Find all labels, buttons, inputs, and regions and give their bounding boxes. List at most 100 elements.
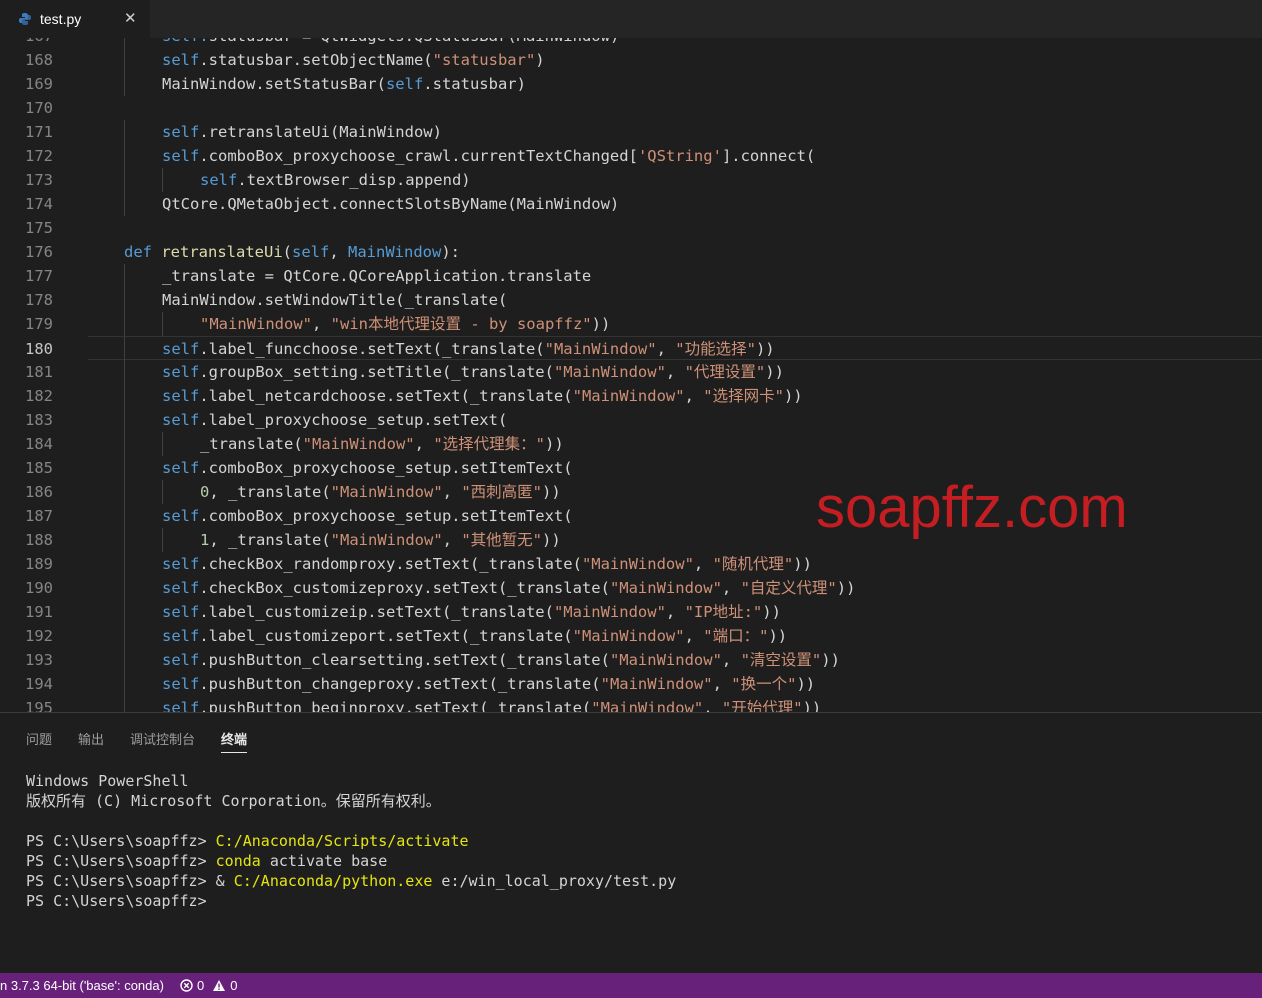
panel-tab[interactable]: 输出 [78,729,104,753]
code-token: "选择代理集：" [433,435,545,453]
code-token: ): [441,243,461,261]
code-token: self [162,651,200,669]
code-line[interactable]: 169 MainWindow.setStatusBar(self.statusba… [0,72,1262,96]
line-number: 191 [25,603,53,621]
code-line[interactable]: 179 "MainWindow", "win本地代理设置 - by soapffz… [0,312,1262,336]
code-line[interactable]: 172 self.comboBox_proxychoose_crawl.curre… [0,144,1262,168]
code-line[interactable]: 190 self.checkBox_customizeproxy.setText(… [0,576,1262,600]
code-token: self [162,555,200,573]
code-text: self.groupBox_setting.setTitle(_translat… [162,360,784,384]
close-icon[interactable]: ✕ [124,9,137,27]
line-number: 184 [25,435,53,453]
code-line[interactable]: 174 QtCore.QMetaObject.connectSlotsByName… [0,192,1262,216]
code-token: .groupBox_setting.setTitle(_translate( [199,363,554,381]
code-token: "代理设置" [684,363,766,381]
code-line[interactable]: 191 self.label_customizeip.setText(_trans… [0,600,1262,624]
code-text: "MainWindow", "win本地代理设置 - by soapffz")) [200,312,610,336]
python-interpreter[interactable]: n 3.7.3 64-bit ('base': conda) [0,978,164,993]
code-token: "其他暂无" [461,531,542,549]
code-line[interactable]: 173 self.textBrowser_disp.append) [0,168,1262,192]
line-number: 168 [25,51,53,69]
line-number: 181 [25,363,53,381]
panel-tab[interactable]: 问题 [26,729,52,753]
line-number: 188 [25,531,53,549]
code-token: , [329,243,349,261]
panel-tab[interactable]: 调试控制台 [130,729,195,753]
code-line[interactable]: 182 self.label_netcardchoose.setText(_tra… [0,384,1262,408]
indent-guide [162,528,163,552]
terminal-segment: conda [215,852,261,870]
code-line[interactable]: 189 self.checkBox_randomproxy.setText(_tr… [0,552,1262,576]
code-token: )) [542,531,561,549]
terminal-line: PS C:\Users\soapffz> [26,891,676,911]
code-text: self.checkBox_randomproxy.setText(_trans… [162,552,812,576]
code-line[interactable]: 178 MainWindow.setWindowTitle(_translate( [0,288,1262,312]
code-line[interactable]: 180 self.label_funcchoose.setText(_transl… [25,336,1262,361]
code-token: QtCore.QMetaObject.connectSlotsByName(Ma… [162,195,620,213]
indent-guide [124,38,125,48]
indent-guide [124,648,125,672]
code-token: self [162,123,200,141]
code-token: self [162,459,200,477]
python-icon [18,12,32,26]
code-token: "随机代理" [712,555,794,573]
line-number: 178 [25,291,53,309]
terminal-segment: C:/Anaconda/Scripts/activate [215,832,469,850]
code-token: .label_netcardchoose.setText(_translate( [199,387,573,405]
code-line[interactable]: 171 self.retranslateUi(MainWindow) [0,120,1262,144]
problems-warnings[interactable]: 0 [212,978,237,993]
code-token: , [311,315,331,333]
code-token: )) [591,315,611,333]
terminal-output[interactable]: Windows PowerShell 版权所有 (C) Microsoft Cor… [26,771,676,911]
code-token: self [162,363,200,381]
panel-tabs: 问题 输出 调试控制台 终端 [26,729,273,753]
code-token: self [385,75,424,93]
terminal-segment: PS C:\Users\soapffz> [26,852,216,870]
code-line[interactable]: 184 _translate("MainWindow", "选择代理集：")) [0,432,1262,456]
code-token: .statusbar.setObjectName( [199,51,433,69]
code-line[interactable]: 183 self.label_proxychoose_setup.setText( [0,408,1262,432]
code-token: 'QString' [637,147,722,165]
line-number: 186 [25,483,53,501]
code-line[interactable]: 177 _translate = QtCore.QCoreApplication.… [0,264,1262,288]
code-line[interactable]: 168 self.statusbar.setObjectName("statusb… [0,48,1262,72]
code-text: _translate("MainWindow", "选择代理集：")) [200,432,564,456]
code-text: self.statusbar.setObjectName("statusbar"… [162,48,545,72]
line-number: 176 [25,243,53,261]
code-token: , [721,651,741,669]
code-line[interactable]: 170 [0,96,1262,120]
code-token: )) [768,627,788,645]
code-token: .comboBox_proxychoose_crawl.currentTextC… [199,147,638,165]
code-line[interactable]: 167 self.statusbar = QtWidgets.QStatusBar… [0,38,1262,48]
code-token: .label_proxychoose_setup.setText( [199,411,508,429]
line-number: 190 [25,579,53,597]
code-line[interactable]: 193 self.pushButton_clearsetting.setText(… [0,648,1262,672]
code-token: "清空设置" [740,651,822,669]
indent-guide [124,264,125,288]
code-line[interactable]: 192 self.label_customizeport.setText(_tra… [0,624,1262,648]
indent-guide [124,504,125,528]
code-token: "MainWindow" [553,363,666,381]
code-line[interactable]: 181 self.groupBox_setting.setTitle(_trans… [0,360,1262,384]
code-text: self.pushButton_changeproxy.setText(_tra… [162,672,815,696]
code-token: self [162,627,200,645]
problems-errors[interactable]: 0 [180,978,204,993]
code-token: )) [821,651,840,669]
code-token: .pushButton_changeproxy.setText(_transla… [199,675,601,693]
code-line[interactable]: 175 [0,216,1262,240]
code-token: , [656,340,676,358]
code-text: self.label_funcchoose.setText(_translate… [162,337,775,361]
panel-tab[interactable]: 终端 [221,729,248,753]
tab-test-py[interactable]: test.py ✕ [0,0,150,38]
code-line[interactable]: 176 def retranslateUi(self, MainWindow): [0,240,1262,264]
code-line[interactable]: 194 self.pushButton_changeproxy.setText(_… [0,672,1262,696]
code-token: "西刺高匿" [461,483,542,501]
code-token: "功能选择" [675,340,756,358]
code-line[interactable]: 195 self.pushButton_beginproxy.setText(_t… [0,696,1262,712]
line-number: 185 [25,459,53,477]
terminal-segment: Windows PowerShell [26,772,189,790]
line-number: 171 [25,123,53,141]
code-editor[interactable]: 167 self.statusbar = QtWidgets.QStatusBar… [0,38,1262,712]
code-token: "MainWindow" [200,315,312,333]
